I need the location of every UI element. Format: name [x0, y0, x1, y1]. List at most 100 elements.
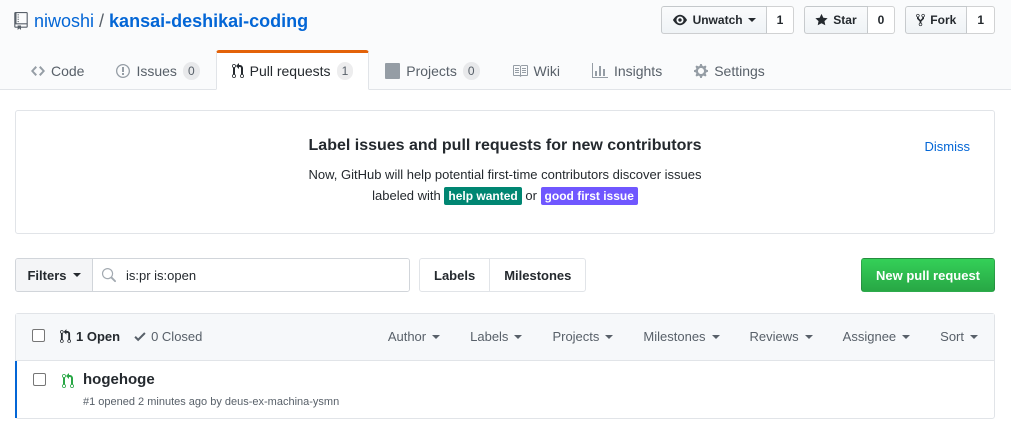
- fork-group: Fork 1: [905, 6, 995, 34]
- chevron-down-icon: [747, 18, 756, 22]
- banner-labels-line: labeled with help wanted or good first i…: [16, 187, 994, 205]
- repo-actions: Unwatch 1 Star 0 Fork 1: [660, 6, 995, 34]
- pr-meta: #1 opened 2 minutes ago by deus-ex-machi…: [83, 396, 340, 408]
- repo-icon: [14, 12, 28, 30]
- unwatch-button[interactable]: Unwatch: [660, 6, 767, 34]
- table-filters: Author Labels Projects Milestones Review…: [388, 329, 978, 344]
- tab-insights[interactable]: Insights: [576, 50, 678, 90]
- fork-button[interactable]: Fork: [905, 6, 968, 34]
- graph-icon: [591, 63, 608, 78]
- help-wanted-label: help wanted: [444, 187, 522, 205]
- filters-search: Filters: [15, 258, 410, 292]
- closed-prs-link[interactable]: 0 Closed: [134, 329, 202, 344]
- labels-filter[interactable]: Labels: [470, 329, 523, 344]
- tab-pull-requests-label: Pull requests: [249, 63, 331, 79]
- check-icon: [134, 332, 146, 342]
- filters-dropdown[interactable]: Filters: [16, 259, 93, 291]
- search-box: [93, 259, 409, 291]
- repo-nav: Code Issues 0 Pull requests 1 Projects 0…: [15, 50, 781, 90]
- open-count-label: 1 Open: [76, 329, 121, 344]
- code-icon: [31, 66, 45, 76]
- pr-list: 1 Open 0 Closed Author Labels Projects M…: [15, 313, 995, 419]
- pr-select-checkbox[interactable]: [33, 373, 46, 386]
- pr-title-link[interactable]: hogehoge: [83, 371, 155, 388]
- projects-filter-label: Projects: [552, 329, 600, 344]
- fork-icon: [916, 13, 926, 27]
- pull-request-icon: [231, 63, 244, 79]
- tab-wiki[interactable]: Wiki: [496, 50, 576, 90]
- issue-icon: [116, 64, 131, 78]
- or-text: or: [525, 188, 537, 203]
- gear-icon: [694, 64, 709, 78]
- labels-filter-label: Labels: [470, 329, 509, 344]
- dismiss-button[interactable]: Dismiss: [925, 139, 971, 154]
- chevron-down-icon: [902, 334, 911, 339]
- assignee-filter-label: Assignee: [842, 329, 897, 344]
- assignee-filter[interactable]: Assignee: [842, 329, 911, 344]
- tab-pull-requests[interactable]: Pull requests 1: [215, 50, 370, 90]
- open-prs-link[interactable]: 1 Open: [60, 329, 120, 344]
- fork-label: Fork: [930, 13, 957, 27]
- labeled-with-text: labeled with: [372, 188, 441, 203]
- reviews-filter-label: Reviews: [749, 329, 799, 344]
- tab-wiki-label: Wiki: [533, 63, 560, 79]
- reviews-filter[interactable]: Reviews: [750, 329, 813, 344]
- open-pull-request-icon: [62, 373, 74, 388]
- chevron-down-icon: [970, 334, 978, 339]
- tab-settings-label: Settings: [714, 63, 765, 79]
- chevron-down-icon: [804, 334, 813, 339]
- watch-group: Unwatch 1: [660, 6, 795, 34]
- pr-subnav: Filters Labels Milestones New pull reque…: [15, 258, 995, 292]
- closed-count-label: 0 Closed: [151, 329, 203, 344]
- milestones-link[interactable]: Milestones: [489, 259, 585, 291]
- forks-count[interactable]: 1: [967, 6, 995, 34]
- eye-icon: [672, 14, 687, 26]
- repo-header: niwoshi / kansai-deshikai-coding Unwatch…: [0, 0, 1011, 90]
- issues-counter: 0: [182, 62, 200, 80]
- projects-counter: 0: [462, 62, 480, 80]
- pull-requests-counter: 1: [336, 62, 354, 80]
- search-input[interactable]: [124, 266, 384, 284]
- star-icon: [815, 13, 828, 26]
- book-icon: [512, 65, 528, 77]
- star-group: Star 0: [804, 6, 896, 34]
- labels-milestones-nav: Labels Milestones: [419, 258, 587, 292]
- search-icon: [101, 267, 116, 282]
- sort-filter-label: Sort: [940, 329, 964, 344]
- tab-code-label: Code: [51, 63, 85, 79]
- tab-projects[interactable]: Projects 0: [369, 50, 495, 90]
- repo-owner-link[interactable]: niwoshi: [34, 9, 94, 33]
- author-filter[interactable]: Author: [387, 329, 441, 344]
- sort-filter[interactable]: Sort: [940, 329, 978, 344]
- tab-projects-label: Projects: [406, 63, 457, 79]
- tab-issues[interactable]: Issues 0: [100, 50, 215, 90]
- pr-state-toggle: 1 Open 0 Closed: [60, 329, 202, 344]
- stargazers-count[interactable]: 0: [867, 6, 896, 34]
- watchers-count[interactable]: 1: [766, 6, 795, 34]
- filters-label: Filters: [27, 267, 67, 283]
- select-all-checkbox[interactable]: [32, 329, 45, 342]
- star-label: Star: [833, 13, 857, 27]
- projects-filter[interactable]: Projects: [552, 329, 614, 344]
- repo-title: niwoshi / kansai-deshikai-coding: [14, 9, 308, 33]
- banner-description: Now, GitHub will help potential first-ti…: [308, 167, 702, 182]
- chevron-down-icon: [514, 334, 523, 339]
- star-button[interactable]: Star: [804, 6, 868, 34]
- labels-link[interactable]: Labels: [420, 259, 489, 291]
- chevron-down-icon: [605, 334, 614, 339]
- repo-name-link[interactable]: kansai-deshikai-coding: [109, 9, 308, 33]
- chevron-down-icon: [432, 334, 441, 339]
- tab-code[interactable]: Code: [15, 50, 100, 90]
- author-filter-label: Author: [387, 329, 427, 344]
- good-first-issue-label: good first issue: [540, 187, 638, 205]
- path-separator: /: [99, 11, 105, 31]
- tab-issues-label: Issues: [136, 63, 177, 79]
- project-icon: [385, 63, 401, 79]
- milestones-filter[interactable]: Milestones: [643, 329, 720, 344]
- tab-settings[interactable]: Settings: [678, 50, 781, 90]
- list-item: hogehoge #1 opened 2 minutes ago by deus…: [15, 361, 994, 418]
- pull-request-icon: [60, 329, 71, 343]
- new-pull-request-button[interactable]: New pull request: [861, 258, 995, 292]
- tab-insights-label: Insights: [613, 63, 663, 79]
- new-contributors-banner: Label issues and pull requests for new c…: [15, 110, 995, 234]
